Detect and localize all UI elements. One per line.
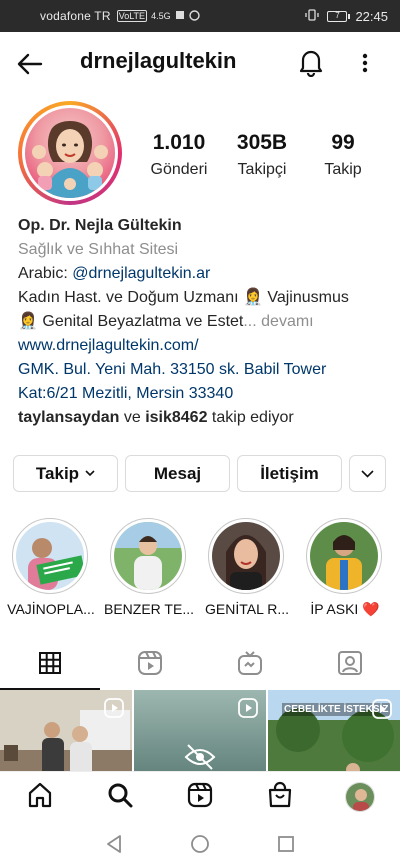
nav-reels[interactable] [160, 772, 240, 822]
signal-indicator: 4.5G [151, 11, 171, 21]
nav-profile[interactable] [320, 772, 400, 822]
grid-post-2[interactable] [134, 690, 266, 780]
profile-bio: Op. Dr. Nejla Gültekin Sağlık ve Sıhhat … [18, 214, 388, 430]
system-back-icon[interactable] [102, 832, 126, 856]
more-options-icon[interactable] [355, 49, 375, 77]
address-line-2[interactable]: Kat:6/21 Mezitli, Mersin 33340 [18, 382, 388, 406]
home-icon [26, 781, 54, 814]
highlight-label: İP ASKI ❤️ [310, 601, 380, 617]
tagged-person-icon [337, 650, 363, 681]
profile-tabs [0, 640, 400, 690]
highlight-cover [212, 522, 280, 590]
arabic-account-line: Arabic: @drnejlagultekin.ar [18, 265, 211, 282]
tab-tagged[interactable] [300, 640, 400, 690]
suggested-accounts-button[interactable] [349, 455, 386, 492]
reels-icon [186, 781, 214, 814]
tab-reels[interactable] [100, 640, 200, 690]
highlight-label: GENİTAL R... [204, 601, 289, 617]
highlight-cover [310, 522, 378, 590]
highlight-label: BENZER TE... [104, 601, 194, 617]
nav-home[interactable] [0, 772, 80, 822]
whatsapp-icon [188, 9, 200, 23]
highlight-1[interactable]: VAJİNOPLA... [7, 518, 95, 617]
status-bar: vodafone TR VoLTE 4.5G 7 22:45 [0, 0, 400, 32]
back-arrow-icon[interactable] [16, 50, 44, 78]
posts-label: Gönderi [150, 161, 208, 178]
nav-search[interactable] [80, 772, 160, 822]
reel-icon [238, 698, 258, 723]
profile-avatar-small [345, 782, 375, 812]
highlight-label: VAJİNOPLA... [7, 601, 95, 617]
grid-post-3[interactable]: CEBELİKTE İSTEKSİZ [268, 690, 400, 780]
highlight-2[interactable]: BENZER TE... [104, 518, 194, 617]
posts-count: 1.010 [152, 131, 206, 154]
tab-igtv[interactable] [200, 640, 300, 690]
following-stat[interactable]: 99 Takip [298, 131, 388, 179]
battery-icon: 7 [327, 10, 351, 22]
address-line-1[interactable]: GMK. Bul. Yeni Mah. 33150 sk. Babil Towe… [18, 358, 388, 382]
system-recents-icon[interactable] [274, 832, 298, 856]
highlight-3[interactable]: GENİTAL R... [205, 518, 289, 617]
system-home-icon[interactable] [188, 832, 212, 856]
highlight-cover [16, 522, 84, 590]
clock: 22:45 [355, 8, 388, 24]
message-button[interactable]: Mesaj [125, 455, 230, 492]
reel-icon [104, 698, 124, 723]
shopping-bag-icon [266, 781, 294, 814]
contact-button[interactable]: İletişim [237, 455, 342, 492]
notification-bell-icon[interactable] [297, 47, 325, 78]
following-count: 99 [331, 131, 355, 154]
bio-line-2: 👩‍⚕️ Genital Beyazlatma ve Estet... deva… [18, 313, 314, 330]
highlight-cover [114, 522, 182, 590]
bottom-navigation [0, 771, 400, 821]
nav-shop[interactable] [240, 772, 320, 822]
bio-more-link[interactable]: ... devamı [243, 313, 313, 330]
volte-indicator: VoLTE [116, 10, 148, 22]
system-navigation-bar [0, 822, 400, 866]
posts-stat[interactable]: 1.010 Gönderi [134, 131, 224, 179]
website-link[interactable]: www.drnejlagultekin.com/ [18, 334, 388, 358]
igtv-icon [237, 650, 263, 681]
followers-stat[interactable]: 305B Takipçi [217, 131, 307, 179]
chevron-down-icon [361, 469, 374, 478]
profile-category: Sağlık ve Sıhhat Sitesi [18, 241, 179, 258]
profile-top-bar: drnejlagultekin [0, 32, 400, 94]
notification-icon [175, 10, 185, 22]
arabic-account-link[interactable]: @drnejlagultekin.ar [72, 265, 210, 282]
search-icon [106, 781, 134, 814]
follow-button[interactable]: Takip [13, 455, 118, 492]
reels-icon [137, 650, 163, 681]
grid-post-1[interactable] [0, 690, 132, 780]
vibrate-icon [305, 8, 320, 25]
followed-by[interactable]: taylansaydan ve isik8462 takip ediyor [18, 406, 388, 430]
profile-username: drnejlagultekin [80, 48, 237, 73]
reel-icon [372, 699, 392, 724]
tab-posts-grid[interactable] [0, 640, 100, 690]
followers-count: 305B [236, 131, 288, 154]
profile-avatar[interactable] [18, 101, 122, 205]
posts-grid: CEBELİKTE İSTEKSİZ [0, 690, 400, 780]
profile-full-name: Op. Dr. Nejla Gültekin [18, 217, 182, 234]
grid-icon [38, 651, 62, 680]
carrier-name: vodafone TR [40, 9, 111, 23]
bio-line-1: Kadın Hast. ve Doğum Uzmanı 👩‍⚕️ Vajinus… [18, 289, 349, 306]
followers-label: Takipçi [237, 161, 287, 178]
following-label: Takip [324, 161, 362, 178]
highlight-4[interactable]: İP ASKI ❤️ [306, 518, 384, 617]
chevron-down-icon [85, 470, 95, 477]
